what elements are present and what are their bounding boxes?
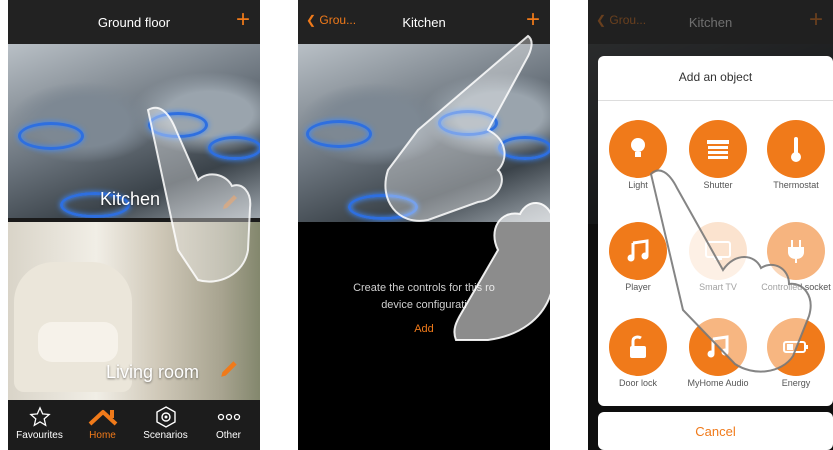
add-object-panel: Add an object Light Shutter Thermostat P… [598,56,833,406]
star-icon [28,406,51,427]
nav-label-other: Other [215,430,241,441]
object-myhome-audio[interactable]: MyHome Audio [678,318,758,389]
tv-icon [705,241,731,260]
more-icon [217,413,240,421]
room-card-living-room[interactable]: Living room [8,222,260,400]
add-link[interactable]: Add [298,323,550,335]
armchair-cushion [38,322,118,362]
nav-label-scenarios: Scenarios [143,430,188,441]
home-icon [88,410,117,426]
burner-flame [18,122,84,150]
bulb-icon [631,138,645,157]
add-object-button[interactable]: + [809,6,823,34]
kitchen-screen: ❮ Grou... Kitchen + Create the controls … [298,0,550,450]
back-button[interactable]: ❮ Grou... [306,13,356,27]
add-object-screen: ❮ Grou... Kitchen + Add an object Light … [588,0,833,450]
object-energy[interactable]: Energy [756,318,833,389]
pencil-icon[interactable] [218,358,240,386]
add-object-button[interactable]: + [526,6,540,34]
battery-icon [783,341,808,353]
top-bar: ❮ Grou... Kitchen + [588,0,833,44]
panel-title: Add an object [678,70,753,84]
object-player[interactable]: Player [598,222,678,293]
music-note-icon [707,335,729,358]
page-title: Kitchen [688,14,733,30]
object-door-lock[interactable]: Door lock [598,318,678,389]
burner-flame [208,136,260,160]
thermometer-icon [791,137,801,162]
object-controlled-socket[interactable]: Controlled socket [756,222,833,293]
add-room-button[interactable]: + [236,6,250,34]
padlock-icon [630,335,646,358]
kitchen-header-image [298,44,550,222]
nav-other[interactable]: Other [199,400,259,441]
pencil-icon[interactable] [220,192,240,218]
nav-home[interactable]: Home [73,400,133,441]
shutter-icon [707,140,729,159]
music-note-icon [627,239,649,262]
empty-room-message: Create the controls for this ro device c… [353,282,495,311]
bottom-nav: Favourites Home Scenarios Other [8,400,260,450]
object-smart-tv[interactable]: Smart TV [678,222,758,293]
object-thermostat[interactable]: Thermostat [756,120,833,191]
top-bar: Ground floor + [8,0,260,44]
scenario-icon [155,406,176,428]
room-name-living-room: Living room [106,362,200,382]
home-screen: Ground floor + Kitchen Living room Favou… [8,0,260,450]
top-bar: ❮ Grou... Kitchen + [298,0,550,44]
page-title: Kitchen [402,14,446,30]
burner-flame [348,194,418,220]
object-light[interactable]: Light [598,120,678,191]
nav-favourites[interactable]: Favourites [10,400,70,441]
nav-label-home: Home [89,430,116,441]
page-title: Ground floor [97,14,171,30]
divider [598,100,833,101]
plug-icon [788,240,804,263]
cancel-button[interactable]: Cancel [598,412,833,450]
room-card-kitchen[interactable]: Kitchen [8,44,260,218]
room-name-kitchen: Kitchen [100,189,161,209]
nav-scenarios[interactable]: Scenarios [136,400,196,441]
back-button[interactable]: ❮ Grou... [596,13,646,27]
burner-flame [438,110,498,136]
object-shutter[interactable]: Shutter [678,120,758,191]
burner-flame [498,136,550,160]
burner-flame [148,112,208,138]
burner-flame [306,120,372,148]
nav-label-favourites: Favourites [16,430,63,441]
